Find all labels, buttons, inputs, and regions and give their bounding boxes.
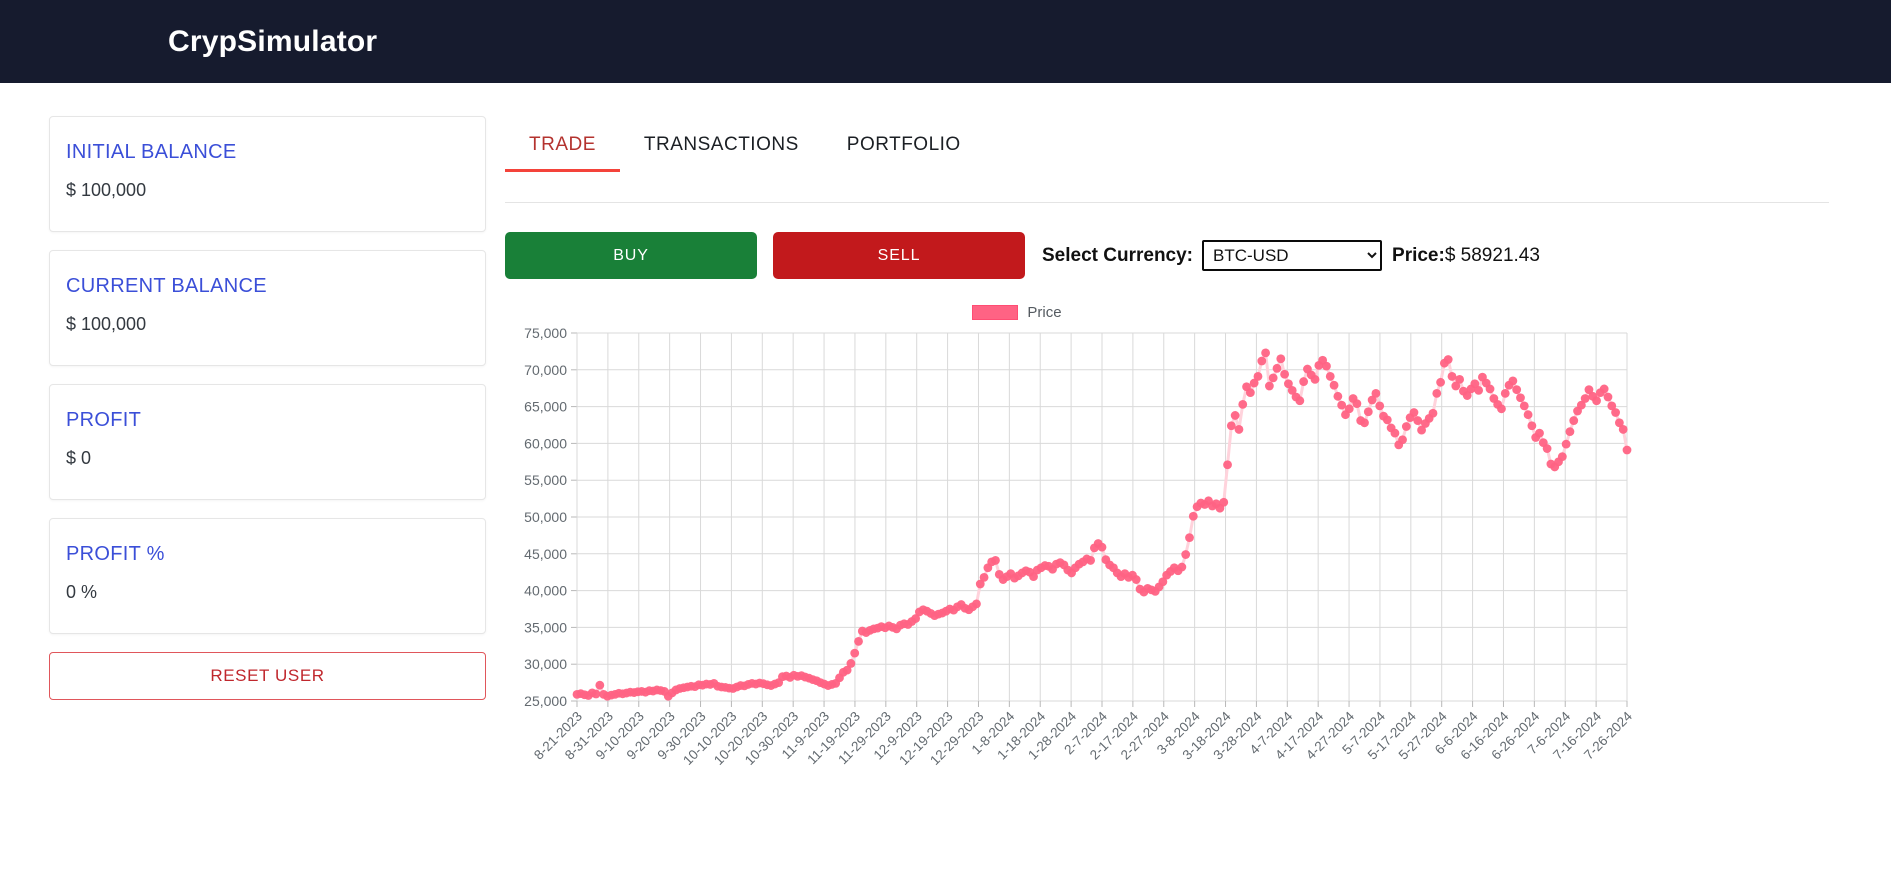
main-content: TRADE TRANSACTIONS PORTFOLIO BUY SELL Se… bbox=[436, 116, 1891, 797]
legend-swatch-price bbox=[972, 304, 1019, 320]
price-value: $ 58921.43 bbox=[1444, 244, 1540, 266]
stat-card-value: $ 100,000 bbox=[66, 180, 147, 200]
stat-card-value: $ 100,000 bbox=[66, 314, 147, 334]
stat-card-profit-percent: PROFIT % 0 % bbox=[49, 518, 486, 634]
svg-text:70,000: 70,000 bbox=[524, 362, 567, 378]
stat-card-title: INITIAL BALANCE bbox=[66, 141, 237, 163]
chart-legend: Price bbox=[505, 297, 1829, 327]
stat-card-value: 0 % bbox=[66, 582, 98, 602]
stat-card-current-balance: CURRENT BALANCE $ 100,000 bbox=[49, 250, 486, 366]
stat-card-initial-balance: INITIAL BALANCE $ 100,000 bbox=[49, 116, 486, 232]
svg-text:40,000: 40,000 bbox=[524, 583, 567, 599]
svg-text:75,000: 75,000 bbox=[524, 327, 567, 341]
buy-button[interactable]: BUY bbox=[505, 232, 757, 279]
svg-text:45,000: 45,000 bbox=[524, 546, 567, 562]
app-title: CrypSimulator bbox=[168, 24, 378, 58]
stat-card-title: CURRENT BALANCE bbox=[66, 275, 267, 297]
legend-label-price: Price bbox=[1027, 303, 1062, 321]
sidebar: INITIAL BALANCE $ 100,000 CURRENT BALANC… bbox=[0, 116, 486, 700]
tab-trade[interactable]: TRADE bbox=[505, 134, 620, 172]
page-body: INITIAL BALANCE $ 100,000 CURRENT BALANC… bbox=[0, 83, 1891, 797]
chart-canvas: 25,000 30,000 35,000 40,000 45,000 50,000 55,0… bbox=[524, 327, 1635, 768]
stat-card-title: PROFIT bbox=[66, 409, 142, 431]
svg-text:65,000: 65,000 bbox=[524, 399, 567, 415]
stat-card-title: PROFIT % bbox=[66, 543, 165, 565]
stat-card-profit: PROFIT $ 0 bbox=[49, 384, 486, 500]
reset-user-button[interactable]: RESET USER bbox=[49, 652, 486, 700]
app-header: CrypSimulator bbox=[0, 0, 1891, 83]
sell-button[interactable]: SELL bbox=[773, 232, 1025, 279]
svg-text:30,000: 30,000 bbox=[524, 656, 567, 672]
price-label: Price: bbox=[1392, 244, 1445, 266]
svg-text:55,000: 55,000 bbox=[524, 472, 567, 488]
chart-plot-area[interactable]: 25,000 30,000 35,000 40,000 45,000 50,000 55,0… bbox=[505, 327, 1829, 797]
svg-text:60,000: 60,000 bbox=[524, 435, 567, 451]
svg-text:35,000: 35,000 bbox=[524, 619, 567, 635]
price-display: Price:$ 58921.43 bbox=[1392, 245, 1540, 267]
stat-card-value: $ 0 bbox=[66, 448, 92, 468]
svg-text:50,000: 50,000 bbox=[524, 509, 567, 525]
trade-controls: BUY SELL Select Currency: BTC-USD Price:… bbox=[505, 203, 1829, 279]
tab-transactions[interactable]: TRANSACTIONS bbox=[620, 134, 823, 172]
select-currency-label: Select Currency: bbox=[1042, 244, 1194, 266]
tab-portfolio[interactable]: PORTFOLIO bbox=[823, 134, 985, 172]
svg-text:25,000: 25,000 bbox=[524, 693, 567, 709]
price-chart: Price 25,000 30,000 35,000 40,000 45,000 50,0… bbox=[505, 297, 1829, 797]
currency-select[interactable]: BTC-USD bbox=[1202, 240, 1383, 271]
tab-bar: TRADE TRANSACTIONS PORTFOLIO bbox=[505, 116, 1829, 172]
